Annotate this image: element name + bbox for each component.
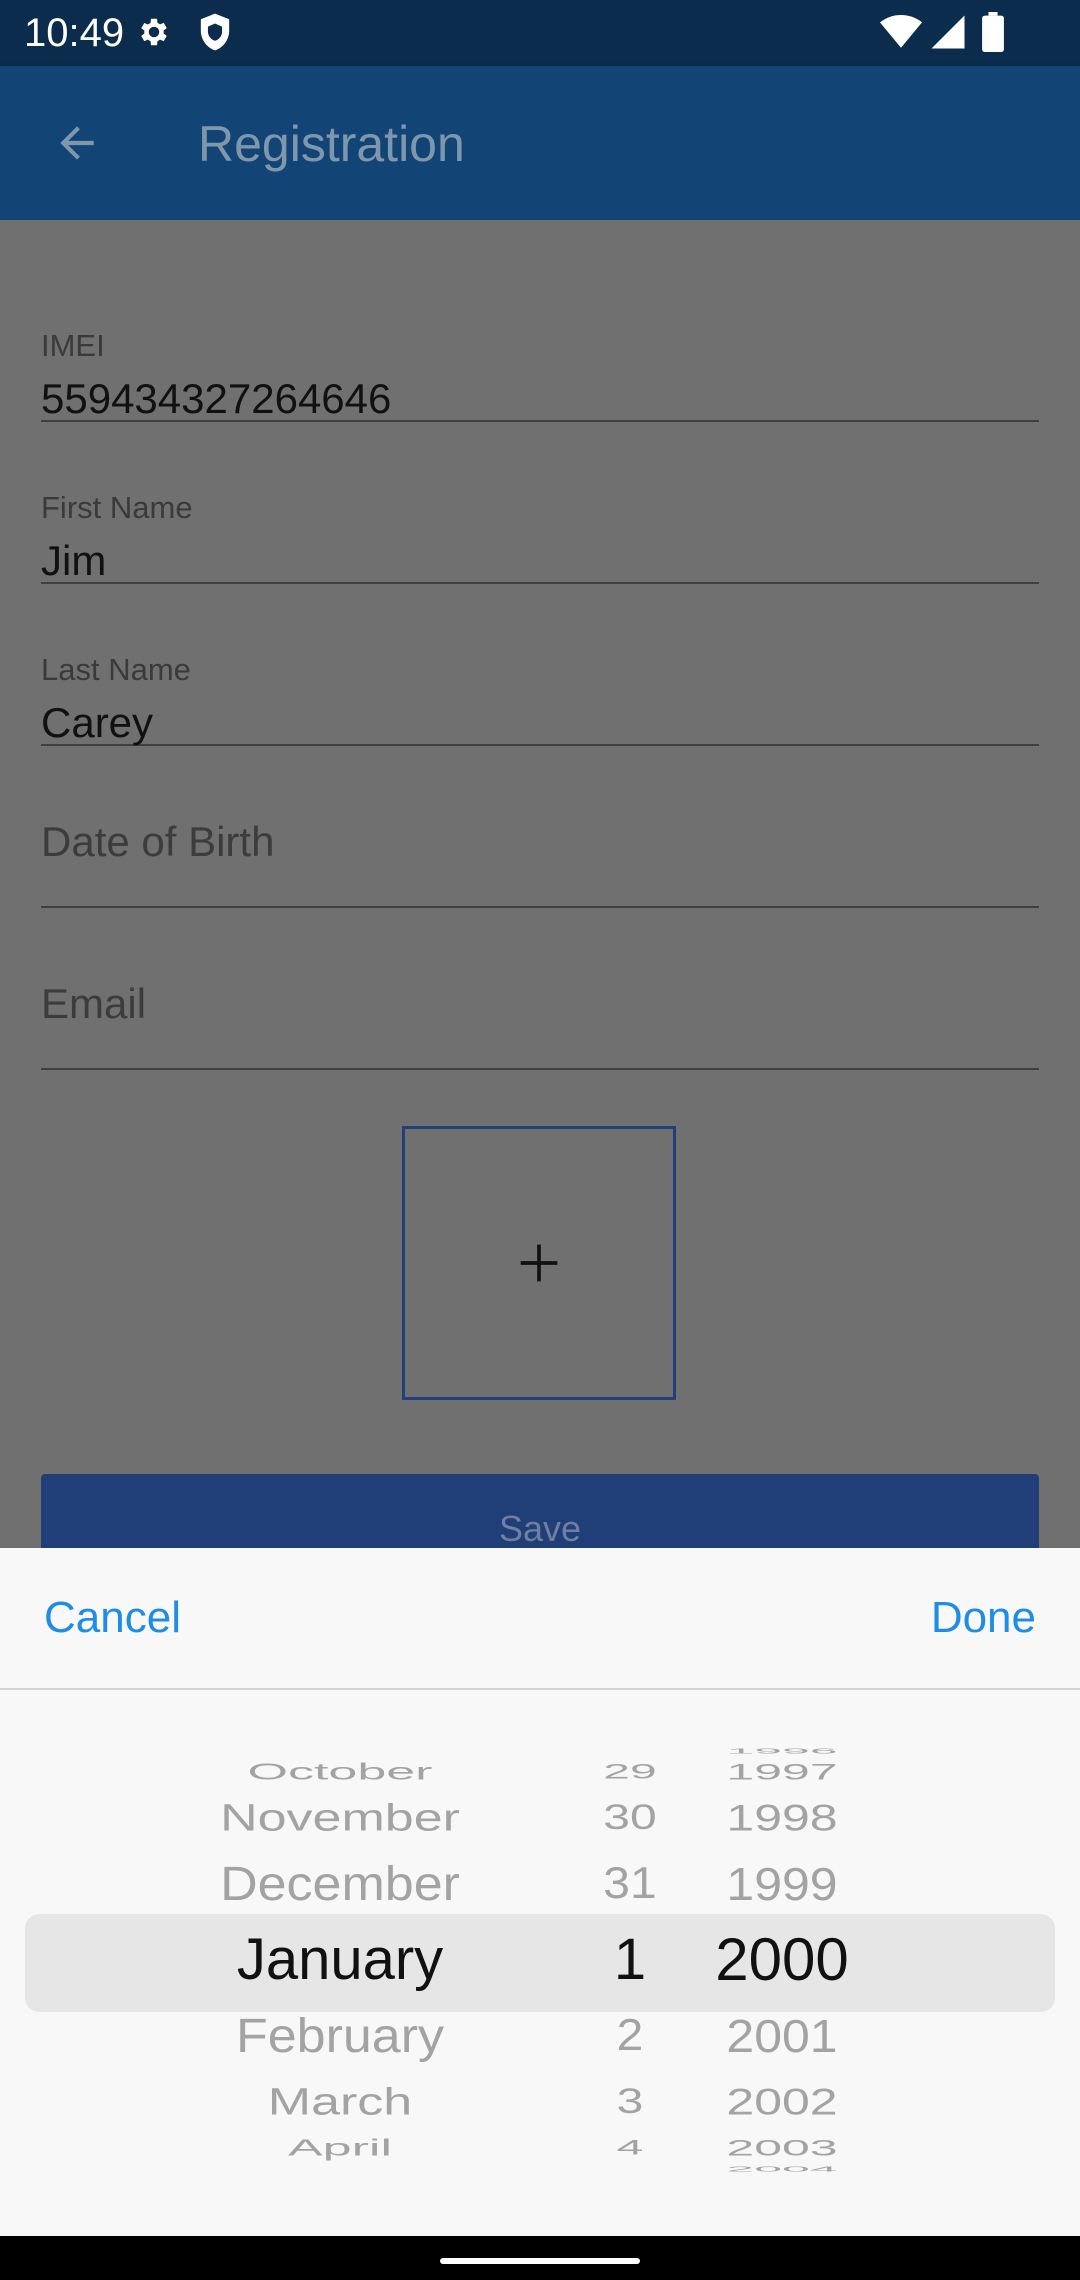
signal-icon: [931, 15, 965, 49]
cancel-button[interactable]: Cancel: [44, 1590, 181, 1646]
month-option[interactable]: January: [237, 1931, 443, 1989]
page-title: Registration: [198, 116, 465, 172]
year-option[interactable]: 2003: [726, 2137, 837, 2159]
app-bar: Registration: [0, 66, 1080, 220]
status-time: 10:49: [24, 11, 125, 55]
month-option[interactable]: March: [268, 2083, 412, 2121]
email-field[interactable]: Email: [41, 908, 1039, 1070]
navigation-bar: [0, 2236, 1080, 2280]
battery-icon: [982, 12, 1004, 52]
wifi-icon: [880, 15, 922, 48]
month-wheel[interactable]: October November December January February Ma…: [0, 1734, 560, 2188]
day-option[interactable]: 1: [614, 1931, 646, 1989]
plus-icon: [520, 1244, 558, 1282]
day-option[interactable]: 31: [603, 1861, 656, 1906]
done-button[interactable]: Done: [931, 1590, 1036, 1646]
day-option[interactable]: 4: [617, 2138, 644, 2159]
imei-field[interactable]: IMEI 559434327264646: [41, 260, 1039, 422]
date-of-birth-field[interactable]: Date of Birth: [41, 746, 1039, 908]
year-wheel[interactable]: 1996 1997 1998 1999 2000 2001 2002 2003 2004: [700, 1734, 1000, 2188]
month-option[interactable]: October: [248, 1760, 433, 1783]
first-name-field[interactable]: First Name Jim: [41, 422, 1039, 584]
picker-toolbar: Cancel Done: [0, 1548, 1080, 1690]
day-wheel[interactable]: 29 30 31 1 2 3 4: [560, 1734, 700, 2188]
year-option[interactable]: 1998: [726, 1800, 837, 1837]
year-option[interactable]: 1999: [726, 1860, 837, 1907]
year-option[interactable]: 1997: [726, 1760, 837, 1782]
year-option[interactable]: 2001: [726, 2013, 837, 2060]
day-option[interactable]: 3: [617, 2084, 644, 2119]
last-name-label: Last Name: [41, 652, 191, 687]
month-option[interactable]: December: [220, 1860, 460, 1908]
save-button[interactable]: Save: [41, 1474, 1039, 1554]
day-option[interactable]: 2: [617, 2013, 644, 2059]
imei-value: 559434327264646: [41, 375, 392, 422]
email-placeholder: Email: [41, 980, 147, 1027]
date-of-birth-placeholder: Date of Birth: [41, 818, 275, 865]
registration-form: IMEI 559434327264646 First Name Jim Last…: [0, 220, 1080, 1554]
status-bar: 10:49: [0, 0, 1080, 66]
gear-icon: [141, 18, 167, 46]
month-option[interactable]: April: [288, 2137, 392, 2160]
picker-wheels: October November December January February Ma…: [0, 1734, 1080, 2188]
add-photo-button[interactable]: [402, 1126, 676, 1400]
month-option[interactable]: February: [236, 2012, 444, 2060]
year-option[interactable]: 2000: [715, 1930, 848, 1990]
imei-label: IMEI: [41, 328, 105, 363]
last-name-value: Carey: [41, 699, 154, 746]
day-option[interactable]: 29: [603, 1761, 656, 1782]
shield-icon: [200, 13, 230, 51]
first-name-value: Jim: [41, 537, 107, 584]
year-option[interactable]: 2004: [726, 2165, 837, 2173]
back-button[interactable]: [30, 106, 124, 180]
year-option[interactable]: 1996: [726, 1747, 837, 1755]
first-name-label: First Name: [41, 490, 193, 525]
day-option[interactable]: 30: [603, 1800, 656, 1835]
month-option[interactable]: November: [220, 1799, 460, 1837]
home-handle[interactable]: [440, 2258, 640, 2264]
year-option[interactable]: 2002: [726, 2084, 837, 2121]
arrow-back-icon: [60, 126, 94, 160]
last-name-field[interactable]: Last Name Carey: [41, 584, 1039, 746]
